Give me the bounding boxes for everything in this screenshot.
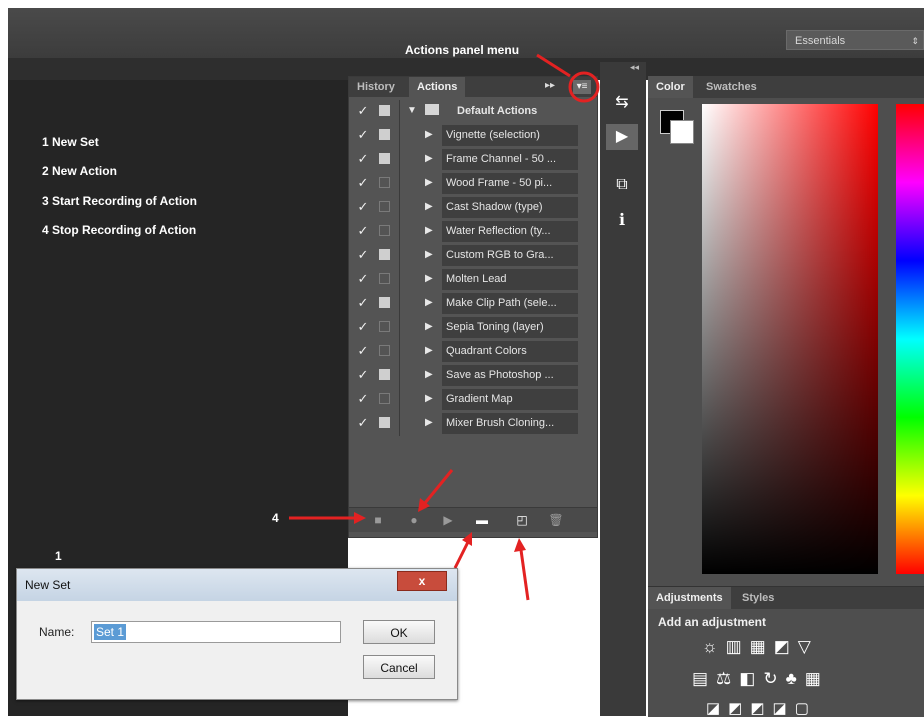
- tab-color[interactable]: Color: [648, 76, 693, 98]
- adjustment-icons-row-2[interactable]: ▤⚖◧↻♣▦: [692, 669, 829, 689]
- collapsed-panel-strip: ◂◂ ⇆ ▶ ⧉ ℹ: [600, 62, 646, 716]
- color-panel: Color Swatches: [648, 76, 924, 586]
- ok-button[interactable]: OK: [363, 620, 435, 644]
- name-field[interactable]: Set 1: [91, 621, 341, 643]
- tab-styles[interactable]: Styles: [734, 587, 782, 609]
- name-label: Name:: [39, 625, 75, 639]
- color-panel-tabs: Color Swatches: [648, 76, 924, 98]
- color-spectrum[interactable]: [702, 104, 878, 574]
- adjustments-panel-tabs: Adjustments Styles: [648, 587, 924, 609]
- arrowhead: [354, 512, 366, 524]
- callout-arrow-3: [423, 469, 454, 504]
- actions-play-icon[interactable]: ▶: [606, 124, 638, 150]
- new-set-dialog: New Set x Name: Set 1 OK Cancel: [16, 568, 458, 700]
- close-button[interactable]: x: [397, 571, 447, 591]
- tab-swatches[interactable]: Swatches: [698, 76, 765, 98]
- background-color-swatch[interactable]: [670, 120, 694, 144]
- dialog-title: New Set: [25, 578, 71, 592]
- callout-arrow-2: [519, 549, 530, 601]
- layer-comps-icon[interactable]: ⧉: [606, 172, 638, 198]
- adjustments-panel: Adjustments Styles Add an adjustment ☼▥▦…: [648, 586, 924, 717]
- name-field-value: Set 1: [94, 624, 127, 640]
- adjustments-heading: Add an adjustment: [658, 615, 767, 629]
- tab-adjustments[interactable]: Adjustments: [648, 587, 731, 609]
- callout-arrow-1: [453, 541, 470, 569]
- cancel-button[interactable]: Cancel: [363, 655, 435, 679]
- adjustment-icons-row-3[interactable]: ◪◩◩◪▢: [706, 699, 817, 717]
- info-icon[interactable]: ℹ: [606, 208, 638, 234]
- callout-circle: [568, 71, 600, 103]
- arrowhead: [514, 538, 526, 552]
- history-brush-icon[interactable]: ⇆: [606, 90, 638, 116]
- adjustment-icons-row-1[interactable]: ☼▥▦◩▽: [702, 637, 819, 657]
- hue-slider[interactable]: [896, 104, 924, 574]
- callout-line: [536, 53, 571, 78]
- dialog-titlebar[interactable]: New Set x: [17, 569, 457, 601]
- collapse-chevron-icon[interactable]: ◂◂: [630, 62, 639, 73]
